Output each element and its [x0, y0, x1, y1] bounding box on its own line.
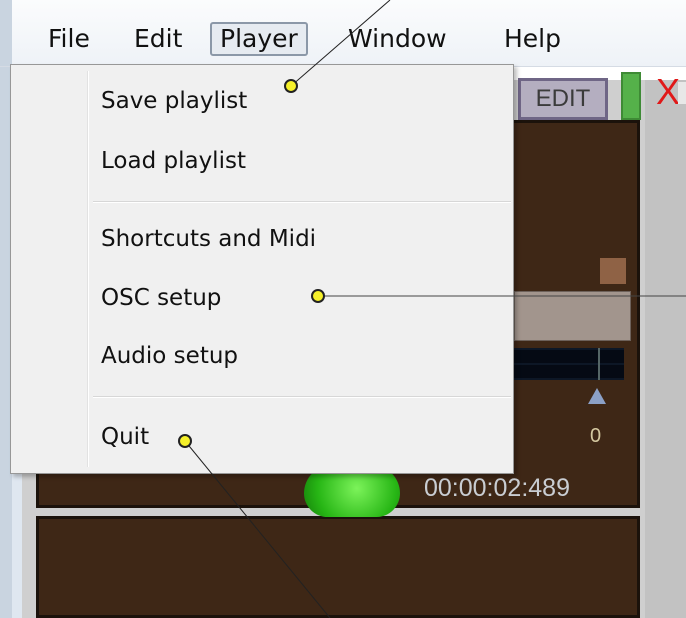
menu-item-quit[interactable]: Quit	[101, 417, 149, 457]
meter-marker	[598, 348, 600, 380]
menu-file[interactable]: File	[40, 22, 98, 56]
time-display: 00:00:02:489	[424, 474, 570, 502]
meter-channel-left	[514, 350, 624, 363]
callout-dot	[311, 289, 325, 303]
cropped-element	[678, 82, 686, 104]
menu-separator	[93, 201, 511, 203]
edit-button[interactable]: EDIT	[518, 78, 608, 120]
menu-item-load-playlist[interactable]: Load playlist	[101, 141, 246, 181]
progress-slider[interactable]	[514, 291, 631, 341]
status-indicator	[621, 72, 641, 120]
menu-gutter	[87, 71, 89, 467]
menu-item-save-playlist[interactable]: Save playlist	[101, 81, 247, 121]
menu-window[interactable]: Window	[340, 22, 455, 56]
menubar-left-edge	[0, 0, 12, 66]
level-meter	[514, 348, 624, 380]
menu-item-shortcuts-midi[interactable]: Shortcuts and Midi	[101, 219, 316, 259]
callout-dot	[178, 434, 192, 448]
volume-handle-icon[interactable]	[588, 388, 606, 404]
menu-separator	[93, 396, 511, 398]
color-swatch[interactable]	[600, 258, 626, 284]
player-menu-dropdown: Save playlist Load playlist Shortcuts an…	[10, 64, 514, 474]
menu-item-osc-setup[interactable]: OSC setup	[101, 278, 221, 318]
menu-player[interactable]: Player	[210, 22, 308, 56]
player-panel-2	[36, 516, 640, 618]
menubar: File Edit Player Window Help	[0, 0, 686, 67]
right-gutter	[645, 80, 686, 618]
menu-help[interactable]: Help	[496, 22, 569, 56]
menu-edit[interactable]: Edit	[126, 22, 190, 56]
app-window: File Edit Player Window Help EDIT X 0 00…	[0, 0, 686, 618]
meter-channel-right	[514, 365, 624, 378]
callout-dot	[284, 79, 298, 93]
volume-value: 0	[590, 425, 602, 447]
close-icon[interactable]: X	[656, 72, 680, 112]
menu-item-audio-setup[interactable]: Audio setup	[101, 336, 238, 376]
